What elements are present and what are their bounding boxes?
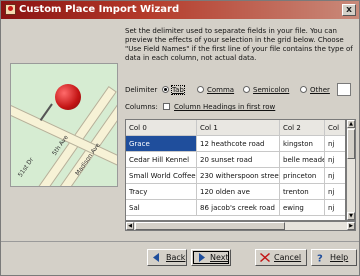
other-option-label[interactable]: Other [310,86,330,94]
grid-cell[interactable]: kingston [280,136,325,152]
grid-cell[interactable]: 86 jacob's creek road [197,200,280,216]
comma-option-label[interactable]: Comma [207,86,234,94]
grid-cell[interactable]: Cedar Hill Kennel [126,152,197,168]
grid-cell[interactable]: princeton [280,168,325,184]
scroll-left-icon[interactable]: ◀ [126,222,134,230]
road-label-51st: 51st Dr [16,156,36,179]
cancel-button[interactable]: Cancel [255,249,307,266]
window-title: Custom Place Import Wizard [19,4,180,15]
app-icon [5,4,16,15]
next-arrow-icon [199,253,205,262]
grid-vertical-scrollbar[interactable]: ▲ ▼ [346,119,356,221]
next-button-label: Next [210,253,229,262]
grid-cell[interactable]: 120 olden ave [197,184,280,200]
help-question-icon: ? [317,254,323,263]
scroll-thumb[interactable] [135,222,285,230]
back-button-label: Back [166,253,186,262]
grid-horizontal-scrollbar[interactable]: ◀ ▶ [125,221,356,231]
help-button[interactable]: ? Help [311,249,357,266]
grid-cell[interactable]: nj [325,152,345,168]
grid-cell[interactable]: trenton [280,184,325,200]
grid-header-col0[interactable]: Col 0 [126,120,197,136]
cancel-x-icon [260,253,270,262]
separator [1,241,359,242]
map-illustration: 51st Dr 5th Ave Madison Ave [10,63,118,187]
back-button[interactable]: Back [147,249,187,266]
next-button[interactable]: Next [191,249,231,266]
preview-grid[interactable]: Col 0 Col 1 Col 2 Col Grace 12 heathcote… [125,119,346,221]
semicolon-radio[interactable] [243,86,250,93]
back-arrow-icon [153,253,159,262]
semicolon-option-label[interactable]: Semicolon [253,86,289,94]
grid-cell[interactable]: 12 heathcote road [197,136,280,152]
grid-cell[interactable]: Sal [126,200,197,216]
tab-option-label[interactable]: Tab [171,85,185,95]
tab-radio[interactable] [162,86,169,93]
grid-cell[interactable]: nj [325,168,345,184]
scroll-up-icon[interactable]: ▲ [347,120,355,128]
title-bar[interactable]: Custom Place Import Wizard x [1,1,359,19]
scroll-down-icon[interactable]: ▼ [347,212,355,220]
other-delimiter-input[interactable] [337,83,351,96]
columns-row: Columns: Column Headings in first row [125,102,357,114]
close-button[interactable]: x [342,4,356,16]
columns-label: Columns: [125,103,158,111]
comma-radio[interactable] [197,86,204,93]
scroll-thumb[interactable] [347,129,355,159]
pin-needle [39,103,53,121]
wizard-window: Custom Place Import Wizard x 51st Dr 5th… [0,0,360,276]
instructions-text: Set the delimiter used to separate field… [125,27,353,62]
help-button-label: Help [330,253,349,262]
grid-cell[interactable]: ewing [280,200,325,216]
grid-cell[interactable]: Grace [126,136,197,152]
grid-header-col3[interactable]: Col [325,120,345,136]
cancel-button-label: Cancel [274,253,302,262]
column-headings-checkbox[interactable] [163,103,170,110]
grid-cell[interactable]: belle meade [280,152,325,168]
grid-cell[interactable]: 230 witherspoon street [197,168,280,184]
delimiter-row: Delimiter Tab Comma Semicolon Other [125,83,357,97]
grid-cell[interactable]: Tracy [126,184,197,200]
grid-header-col1[interactable]: Col 1 [197,120,280,136]
grid-cell[interactable]: Small World Coffee [126,168,197,184]
column-headings-label[interactable]: Column Headings in first row [174,103,275,111]
delimiter-label: Delimiter [125,86,158,94]
grid-cell[interactable]: 20 sunset road [197,152,280,168]
grid-cell[interactable]: nj [325,200,345,216]
grid-header-col2[interactable]: Col 2 [280,120,325,136]
map-pin-icon [55,84,81,110]
other-radio[interactable] [300,86,307,93]
grid-cell[interactable]: nj [325,136,345,152]
scroll-right-icon[interactable]: ▶ [347,222,355,230]
grid-cell[interactable]: nj [325,184,345,200]
svg-text:?: ? [317,254,323,263]
